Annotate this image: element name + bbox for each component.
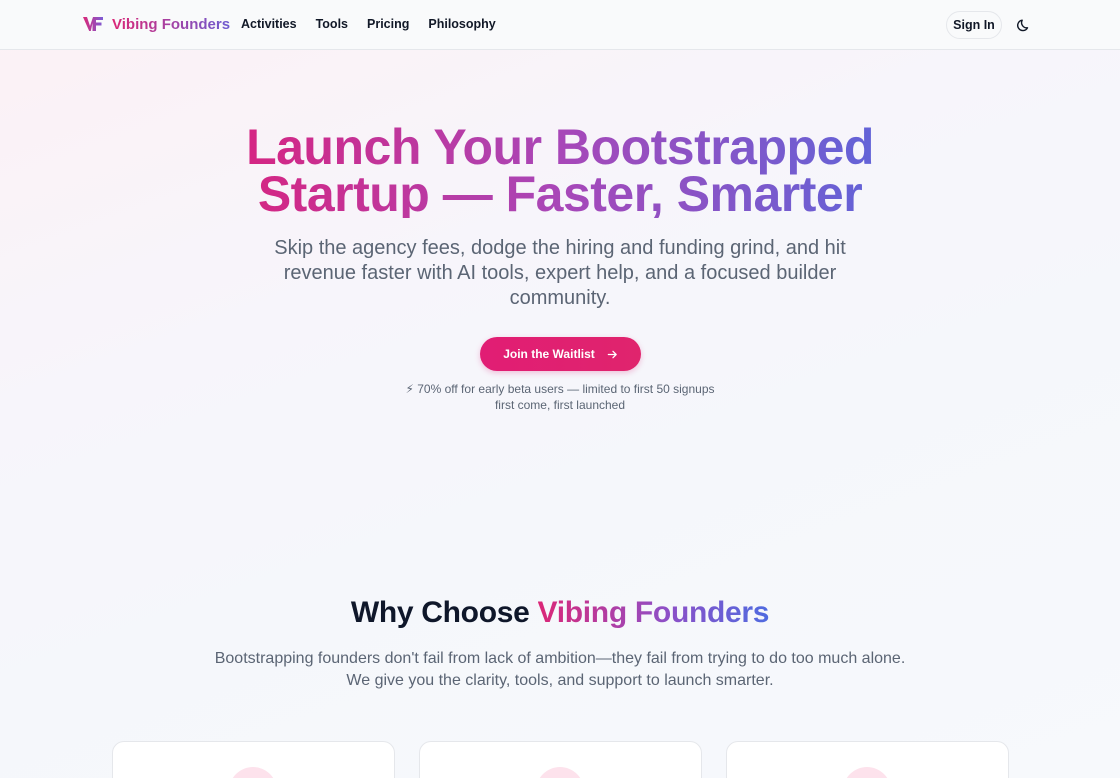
sign-in-button[interactable]: Sign In: [946, 11, 1002, 39]
feature-card: [112, 741, 395, 778]
why-title-prefix: Why Choose: [350, 596, 538, 629]
feature-icon-circle: [229, 767, 277, 778]
join-waitlist-label: Join the Waitlist: [503, 347, 595, 361]
join-waitlist-button[interactable]: Join the Waitlist: [480, 337, 641, 371]
nav-link-activities[interactable]: Activities: [241, 17, 297, 31]
hero-title-line-2: Startup — Faster, Smarter: [257, 166, 863, 222]
nav-link-philosophy[interactable]: Philosophy: [428, 17, 495, 31]
vf-logo-icon: [83, 17, 103, 31]
hero-title: Launch Your Bootstrapped Startup — Faste…: [160, 124, 960, 218]
why-choose-subtitle: Bootstrapping founders don't fail from l…: [214, 650, 906, 689]
arrow-right-icon: [607, 350, 617, 358]
why-title-accent: Vibing Founders: [537, 596, 770, 629]
brand-name: Vibing Founders: [112, 15, 231, 33]
hero-subtitle: Skip the agency fees, dodge the hiring a…: [274, 237, 846, 309]
brand-logo-link[interactable]: Vibing Founders: [82, 14, 230, 34]
top-navigation-bar: Vibing Founders Activities Tools Pricing…: [0, 0, 1120, 50]
moon-icon[interactable]: [1015, 16, 1033, 34]
offer-line-1: ⚡ 70% off for early beta users — limited…: [405, 382, 715, 396]
feature-card: [726, 741, 1009, 778]
early-beta-offer-note: ⚡ 70% off for early beta users — limited…: [360, 381, 760, 413]
nav-link-tools[interactable]: Tools: [316, 17, 348, 31]
nav-link-pricing[interactable]: Pricing: [367, 17, 409, 31]
feature-icon-circle: [843, 767, 891, 778]
offer-line-2: first come, first launched: [494, 398, 626, 412]
feature-card: [419, 741, 702, 778]
feature-icon-circle: [536, 767, 584, 778]
why-choose-title: Why Choose Vibing Founders: [160, 596, 960, 630]
main-nav: Activities Tools Pricing Philosophy: [241, 17, 496, 31]
